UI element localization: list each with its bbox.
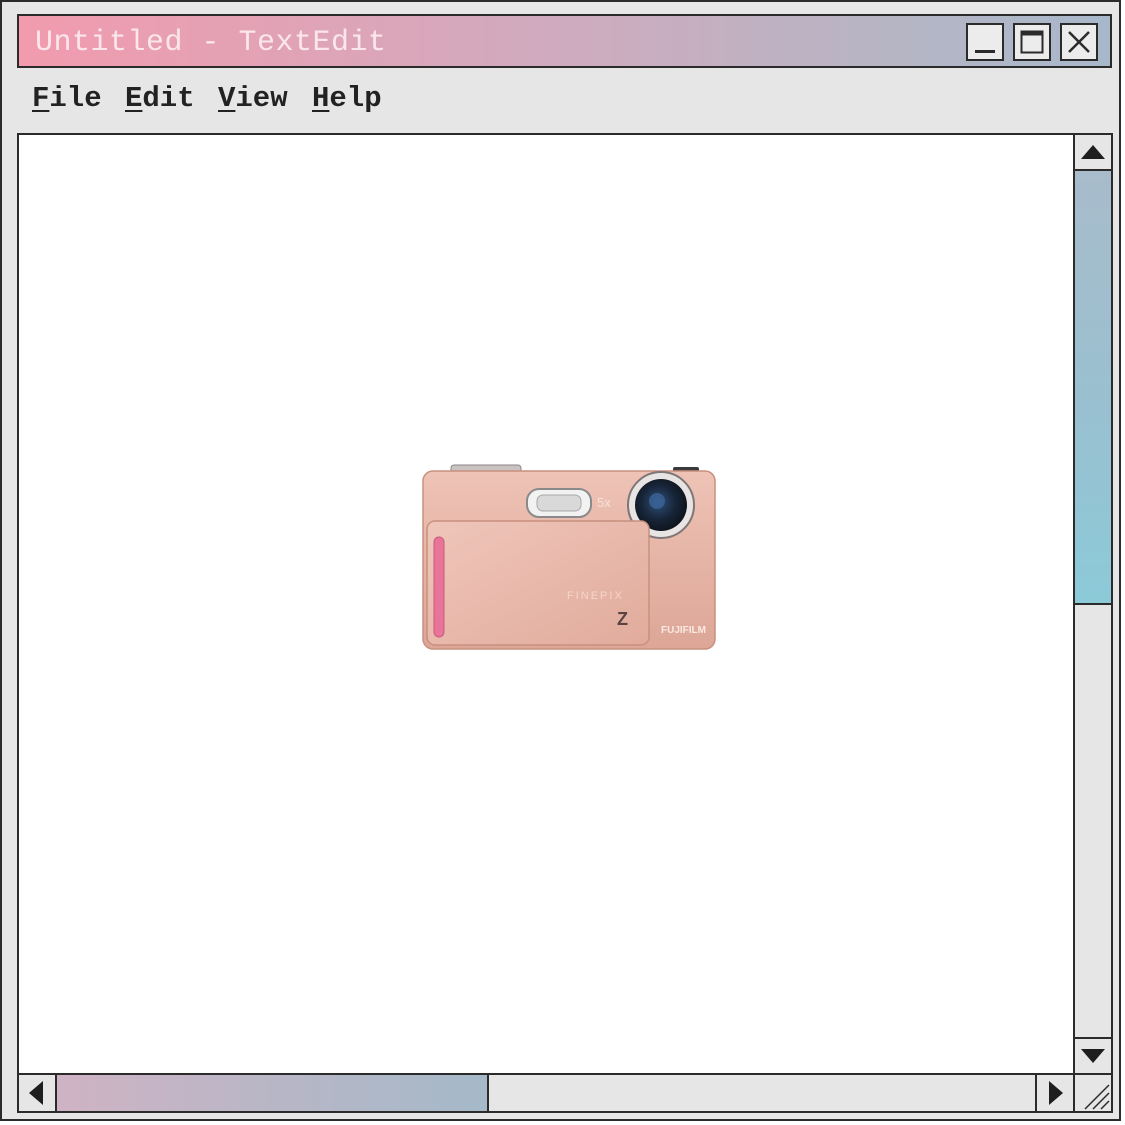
close-icon: [1068, 31, 1090, 53]
textedit-window: Untitled - TextEdit File Edit View Help: [0, 0, 1121, 1121]
title-bar[interactable]: Untitled - TextEdit: [17, 14, 1112, 68]
resize-grip[interactable]: [1073, 1073, 1111, 1111]
menu-help[interactable]: Help: [312, 82, 382, 115]
horizontal-scroll-thumb[interactable]: [57, 1075, 489, 1111]
triangle-down-icon: [1081, 1049, 1105, 1063]
resize-grip-icon: [1084, 1084, 1110, 1110]
menu-file[interactable]: File: [32, 82, 102, 115]
scroll-down-button[interactable]: [1075, 1037, 1111, 1073]
triangle-left-icon: [29, 1081, 43, 1105]
vertical-scrollbar[interactable]: [1073, 135, 1111, 1073]
scroll-left-button[interactable]: [19, 1075, 57, 1111]
close-button[interactable]: [1060, 23, 1098, 61]
zoom-label: 5x: [597, 495, 611, 510]
scroll-up-button[interactable]: [1075, 135, 1111, 171]
vertical-scroll-thumb[interactable]: [1075, 171, 1111, 605]
minimize-icon: [975, 50, 995, 53]
menu-view[interactable]: View: [218, 82, 288, 115]
minimize-button[interactable]: [966, 23, 1004, 61]
model-label: Z: [617, 609, 628, 629]
menu-edit[interactable]: Edit: [125, 82, 195, 115]
document-canvas[interactable]: 5x FINEPIX Z FUJIFILM: [19, 135, 1073, 1073]
window-title: Untitled - TextEdit: [35, 26, 387, 60]
camera-image: 5x FINEPIX Z FUJIFILM: [422, 464, 716, 650]
series-label: FINEPIX: [567, 590, 624, 602]
triangle-right-icon: [1049, 1081, 1063, 1105]
maximize-button[interactable]: [1013, 23, 1051, 61]
triangle-up-icon: [1081, 145, 1105, 159]
scroll-right-button[interactable]: [1035, 1075, 1073, 1111]
document-area: 5x FINEPIX Z FUJIFILM: [17, 133, 1113, 1113]
horizontal-scrollbar[interactable]: [19, 1073, 1073, 1111]
brand-label: FUJIFILM: [661, 625, 706, 636]
maximize-icon: [1020, 30, 1044, 54]
